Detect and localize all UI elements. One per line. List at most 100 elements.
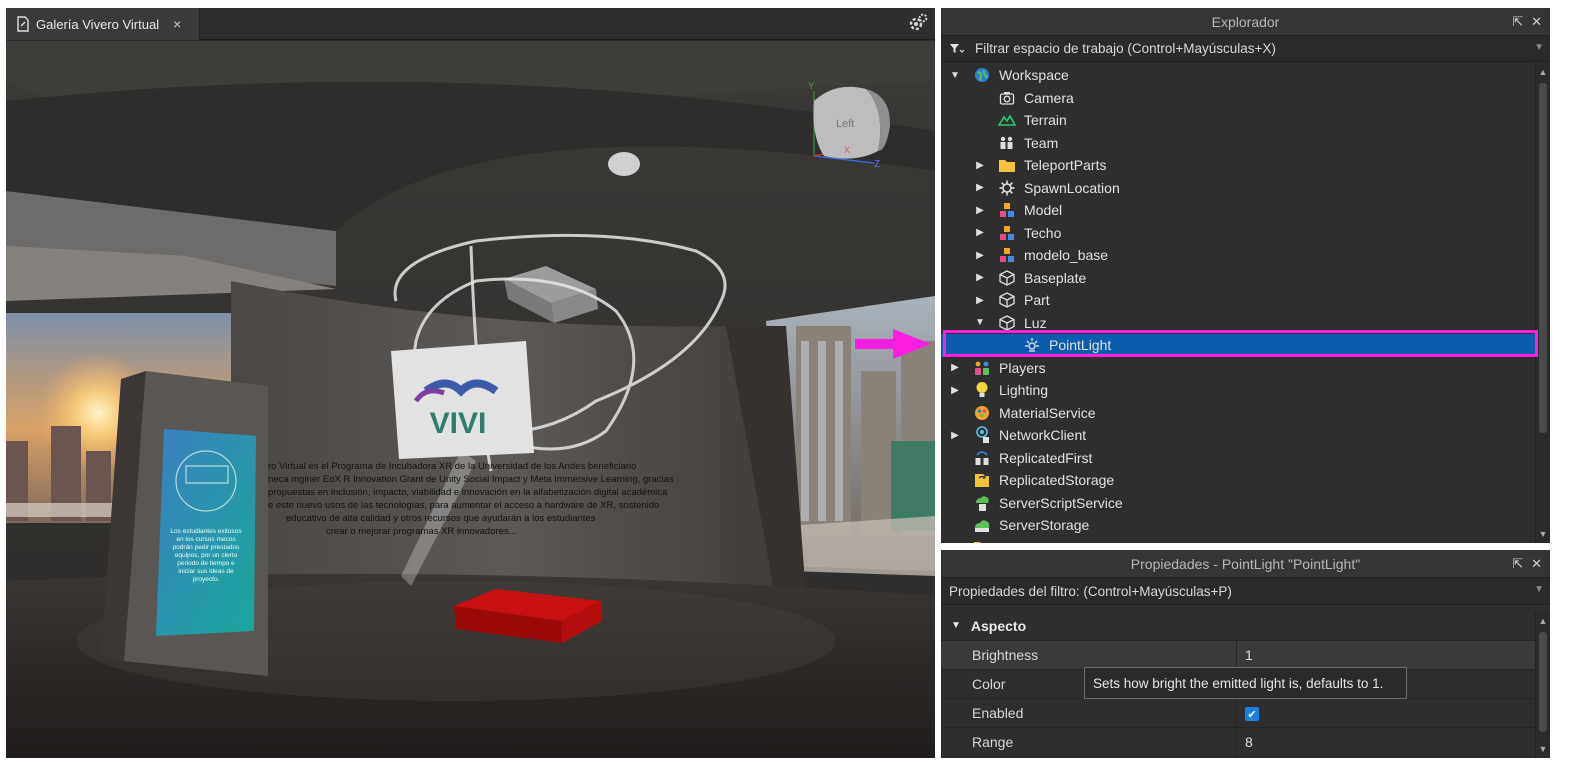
- explorer-panel: Explorador ⇱ ✕ Filtrar espacio de trabaj…: [941, 8, 1550, 543]
- expanded-arrow-icon[interactable]: ▼: [974, 317, 986, 328]
- tree-item-camera[interactable]: Camera: [941, 87, 1535, 110]
- viewport-tab-bar: Galería Vivero Virtual ×: [6, 8, 935, 40]
- tree-item-serverscriptservice[interactable]: ServerScriptService: [941, 492, 1535, 515]
- tree-item-label: ReplicatedFirst: [999, 449, 1093, 466]
- close-icon[interactable]: ✕: [1531, 14, 1542, 30]
- poster-text-line: proyecto.: [193, 576, 220, 583]
- undock-icon[interactable]: ⇱: [1512, 556, 1523, 572]
- explorer-title-bar: Explorador ⇱ ✕: [941, 8, 1550, 36]
- tree-item-baseplate[interactable]: ▶ Baseplate: [941, 267, 1535, 290]
- properties-title: Propiedades - PointLight "PointLight": [1130, 555, 1361, 572]
- vivi-logo: VIVI: [430, 407, 487, 440]
- team-icon: [998, 134, 1016, 152]
- tree-item-lighting[interactable]: ▶ Lighting: [941, 379, 1535, 402]
- undock-icon[interactable]: ⇱: [1512, 14, 1523, 30]
- poster-text-line: podrán pedir prestados: [173, 544, 241, 551]
- close-icon[interactable]: ×: [173, 16, 181, 32]
- tree-item-networkclient[interactable]: ▶ NetworkClient: [941, 424, 1535, 447]
- collapsed-arrow-icon[interactable]: ▶: [949, 430, 961, 441]
- properties-panel: Propiedades - PointLight "PointLight" ⇱ …: [941, 550, 1550, 758]
- folder-icon: [998, 156, 1016, 174]
- collapsed-arrow-icon[interactable]: ▶: [974, 227, 986, 238]
- close-icon[interactable]: ✕: [1531, 556, 1542, 572]
- viewport-tab-title: Galería Vivero Virtual: [36, 16, 160, 32]
- replicated-storage-icon: [973, 471, 991, 489]
- properties-title-bar: Propiedades - PointLight "PointLight" ⇱ …: [941, 550, 1550, 578]
- properties-filter-input[interactable]: Propiedades del filtro: (Control+Mayúscu…: [941, 578, 1550, 605]
- tree-item-modelo-base[interactable]: ▶ modelo_base: [941, 244, 1535, 267]
- terrain-icon: [998, 111, 1016, 129]
- tree-item-pointlight[interactable]: PointLight: [941, 334, 1535, 357]
- prop-row-range[interactable]: Range 8: [941, 728, 1535, 757]
- tree-item-label: ReplicatedStorage: [999, 472, 1115, 489]
- gear-icon[interactable]: [907, 12, 929, 34]
- prop-name: Enabled: [941, 699, 1237, 727]
- tree-item-label: Part: [1024, 292, 1050, 309]
- chevron-down-icon[interactable]: ▼: [1534, 584, 1544, 595]
- tree-item-terrain[interactable]: Terrain: [941, 109, 1535, 132]
- prop-row-enabled[interactable]: Enabled ✔: [941, 699, 1535, 728]
- folder-icon: [973, 539, 991, 543]
- scroll-up-icon[interactable]: ▲: [1536, 614, 1550, 628]
- replicated-first-icon: [973, 449, 991, 467]
- tree-item-replicatedstorage[interactable]: ReplicatedStorage: [941, 469, 1535, 492]
- prop-row-brightness[interactable]: Brightness 1: [941, 641, 1535, 670]
- tree-item-players[interactable]: ▶ Players: [941, 357, 1535, 380]
- globe-icon: [973, 66, 991, 84]
- tree-item-label: Luz: [1024, 314, 1047, 331]
- tree-item-label: NetworkClient: [999, 427, 1087, 444]
- scrollbar-thumb[interactable]: [1539, 632, 1547, 732]
- section-aspecto[interactable]: ▼ Aspecto: [941, 611, 1550, 641]
- tree-item-model[interactable]: ▶ Model: [941, 199, 1535, 222]
- enabled-checkbox[interactable]: ✔: [1245, 707, 1259, 722]
- collapsed-arrow-icon[interactable]: ▶: [974, 205, 986, 216]
- prop-value[interactable]: 8: [1237, 734, 1253, 750]
- 3d-viewport[interactable]: VIVI ro Virtual es el Programa de Incuba…: [6, 41, 935, 758]
- tree-item-part[interactable]: ▶ Part: [941, 289, 1535, 312]
- tree-item-serverstorage[interactable]: ServerStorage: [941, 514, 1535, 537]
- spawn-icon: [998, 179, 1016, 197]
- server-script-icon: [973, 494, 991, 512]
- document-icon: [16, 16, 30, 32]
- collapsed-arrow-icon[interactable]: ▶: [974, 250, 986, 261]
- explorer-scrollbar[interactable]: ▲ ▼: [1535, 63, 1550, 543]
- viewport-tab[interactable]: Galería Vivero Virtual ×: [6, 8, 200, 40]
- window-bottom-strip: [0, 758, 1577, 772]
- prop-value[interactable]: 1: [1237, 647, 1253, 663]
- collapsed-arrow-icon[interactable]: ▶: [949, 362, 961, 373]
- tree-item-label: TeleportParts: [1024, 157, 1107, 174]
- chevron-down-icon[interactable]: ▼: [1534, 42, 1544, 53]
- explorer-title: Explorador: [1211, 13, 1280, 30]
- tree-item-team[interactable]: Team: [941, 132, 1535, 155]
- collapsed-arrow-icon[interactable]: ▶: [974, 160, 986, 171]
- axis-z-label: Z: [874, 159, 880, 170]
- material-icon: [973, 404, 991, 422]
- chevron-down-icon: ▼: [951, 620, 961, 631]
- tree-item-luz[interactable]: ▼ Luz: [941, 312, 1535, 335]
- scrollbar-thumb[interactable]: [1539, 83, 1547, 433]
- collapsed-arrow-icon[interactable]: ▶: [974, 182, 986, 193]
- tree-item-startergui[interactable]: StarterGui: [941, 537, 1535, 543]
- viewport-panel: Galería Vivero Virtual × VIVI ro Virtual…: [6, 8, 935, 758]
- scroll-up-icon[interactable]: ▲: [1536, 65, 1550, 79]
- bulb-icon: [973, 381, 991, 399]
- tree-item-label: Players: [999, 359, 1046, 376]
- explorer-filter-input[interactable]: Filtrar espacio de trabajo (Control+Mayú…: [941, 36, 1550, 62]
- tree-item-techo[interactable]: ▶ Techo: [941, 222, 1535, 245]
- tree-item-materialservice[interactable]: MaterialService: [941, 402, 1535, 425]
- tree-item-workspace[interactable]: ▼ Workspace: [941, 64, 1535, 87]
- properties-scrollbar[interactable]: ▲ ▼: [1535, 612, 1550, 758]
- poster-text-line: equipos, por un cierto: [175, 552, 238, 559]
- tree-item-replicatedfirst[interactable]: ReplicatedFirst: [941, 447, 1535, 470]
- tree-item-teleportparts[interactable]: ▶ TeleportParts: [941, 154, 1535, 177]
- properties-filter-placeholder: Propiedades del filtro: (Control+Mayúscu…: [949, 583, 1232, 599]
- collapsed-arrow-icon[interactable]: ▶: [974, 272, 986, 283]
- expanded-arrow-icon[interactable]: ▼: [949, 70, 961, 81]
- scroll-down-icon[interactable]: ▼: [1536, 742, 1550, 756]
- section-label: Aspecto: [970, 617, 1027, 634]
- tree-item-spawnlocation[interactable]: ▶ SpawnLocation: [941, 177, 1535, 200]
- wall-text-line: educativo de alta calidad y otros recurs…: [286, 513, 596, 524]
- collapsed-arrow-icon[interactable]: ▶: [949, 385, 961, 396]
- scroll-down-icon[interactable]: ▼: [1536, 527, 1550, 541]
- collapsed-arrow-icon[interactable]: ▶: [974, 295, 986, 306]
